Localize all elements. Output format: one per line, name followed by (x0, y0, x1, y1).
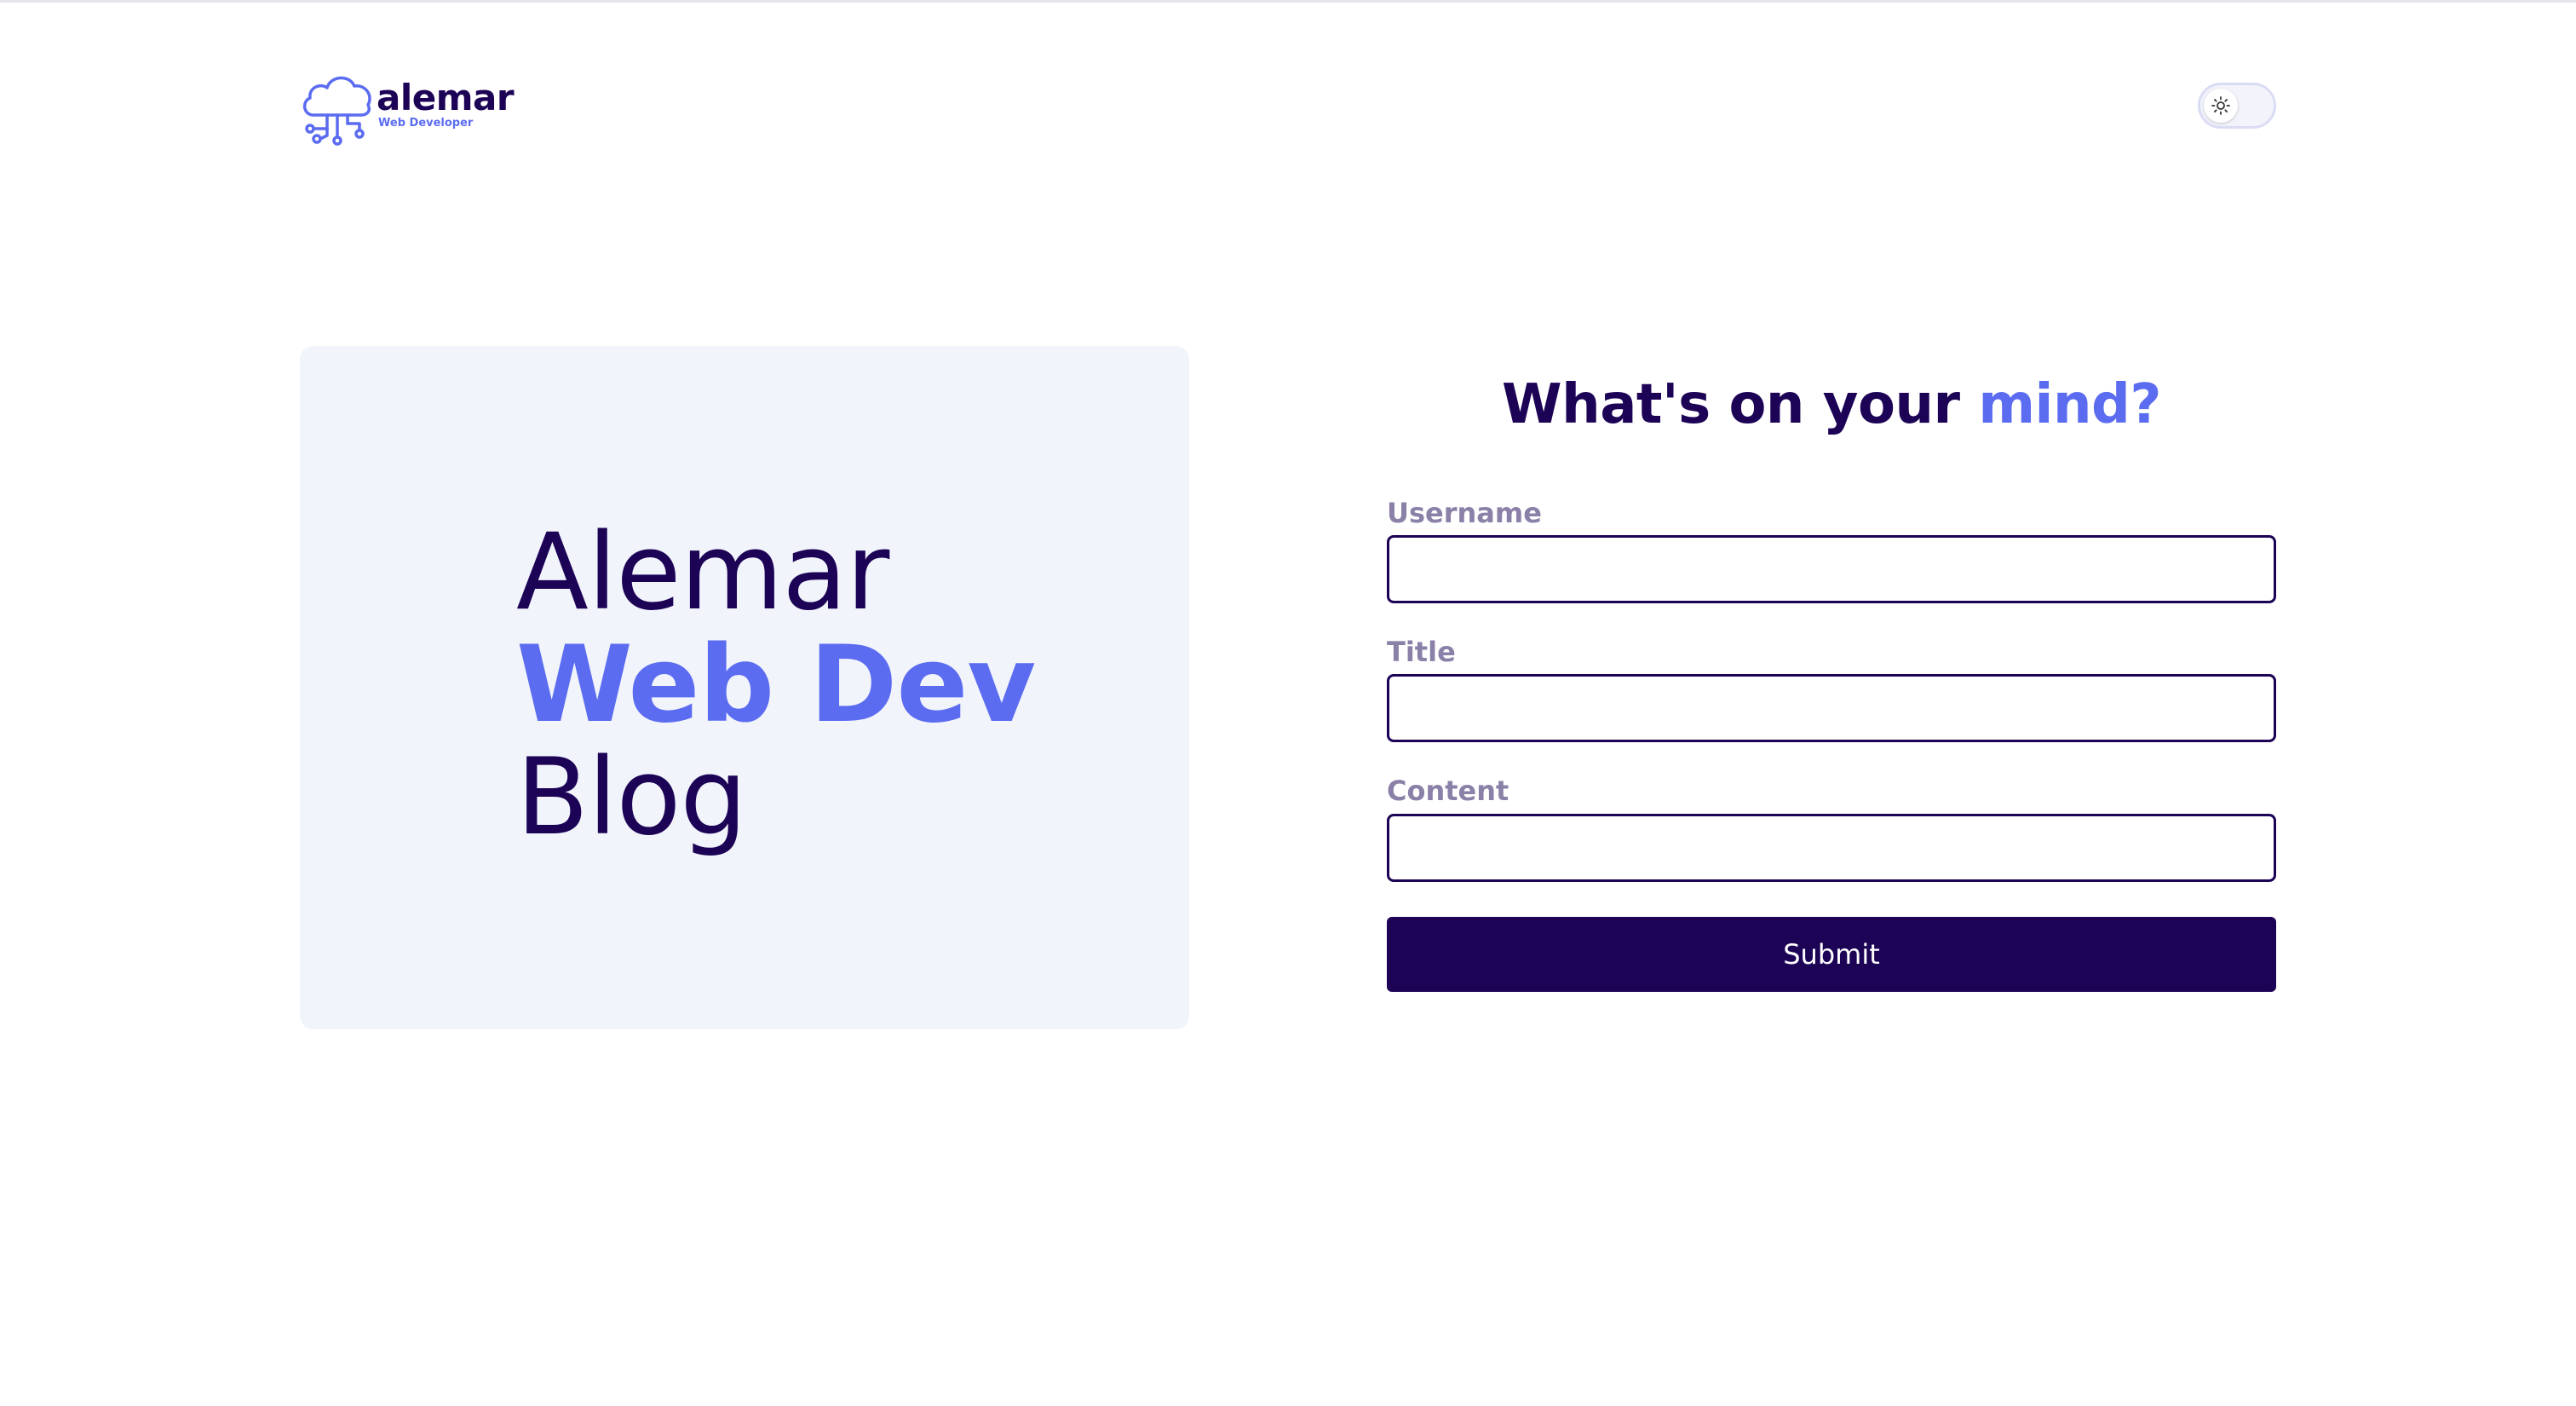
hero-line-3: Blog (516, 736, 747, 859)
sun-icon (2211, 96, 2230, 115)
logo-link[interactable]: alemar Web Developer (298, 66, 528, 147)
username-input[interactable] (1387, 535, 2276, 603)
cloud-circuit-icon (302, 76, 371, 146)
hero-line-2: Web Dev (516, 624, 1036, 746)
hero-card: Alemar Web Dev Blog (300, 346, 1189, 1029)
form-title-accent: mind? (1978, 373, 2161, 436)
logo-tagline: Web Developer (378, 117, 474, 130)
title-label: Title (1387, 636, 1456, 668)
logo-text: alemar Web Developer (377, 77, 515, 130)
username-label: Username (1387, 497, 1542, 529)
content-label: Content (1387, 775, 1509, 807)
form-title-prefix: What's on your (1502, 373, 1960, 436)
title-input[interactable] (1387, 674, 2276, 742)
logo-name: alemar (377, 77, 515, 118)
content-input[interactable] (1387, 814, 2276, 882)
form-title: What's on your mind? (1387, 368, 2276, 441)
theme-toggle[interactable] (2198, 83, 2276, 129)
top-border (0, 0, 2576, 3)
submit-button[interactable]: Submit (1387, 917, 2276, 992)
toggle-knob (2204, 89, 2238, 123)
hero-heading: Alemar Web Dev Blog (516, 511, 1036, 859)
hero-line-1: Alemar (516, 511, 889, 634)
